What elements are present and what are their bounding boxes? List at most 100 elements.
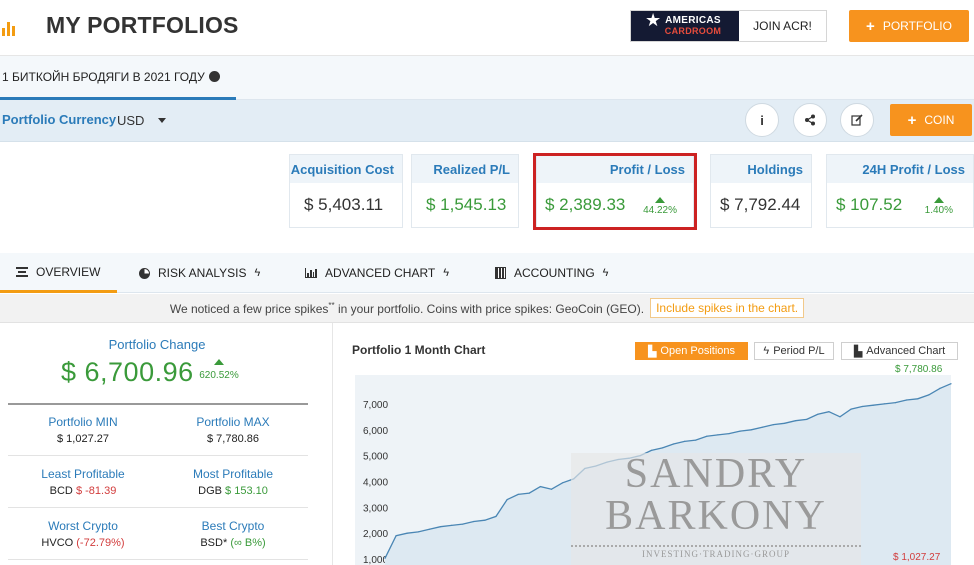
chart-point bbox=[684, 440, 686, 442]
card-title: Holdings bbox=[711, 155, 811, 183]
card-title: Realized P/L bbox=[412, 155, 518, 183]
card-value: $ 5,403.11 bbox=[304, 195, 384, 214]
advanced-chart-button[interactable]: ▙ Advanced Chart bbox=[841, 342, 958, 360]
chart-point bbox=[384, 557, 386, 559]
star-icon: ★ bbox=[645, 10, 662, 30]
plus-icon: + bbox=[907, 111, 917, 129]
bolt-icon: ϟ bbox=[602, 267, 609, 279]
chart-point bbox=[806, 418, 808, 420]
y-tick-label: 3,000 bbox=[363, 503, 388, 514]
acr-join-link[interactable]: JOIN ACR! bbox=[739, 11, 826, 41]
share-button[interactable] bbox=[793, 103, 827, 137]
most-coin: DGB bbox=[198, 485, 222, 497]
chart-point bbox=[506, 499, 508, 501]
chart-point bbox=[839, 416, 841, 418]
include-spikes-link[interactable]: Include spikes in the chart. bbox=[650, 298, 805, 318]
chart-point bbox=[761, 426, 763, 428]
chart-point bbox=[706, 435, 708, 437]
bolt-icon: ϟ bbox=[763, 345, 770, 357]
card-title: 24H Profit / Loss bbox=[827, 155, 973, 183]
most-value: $ 153.10 bbox=[225, 485, 268, 497]
page-title: MY PORTFOLIOS bbox=[46, 12, 239, 38]
card-24h-profit-loss: 24H Profit / Loss $ 107.52 1.40% bbox=[826, 154, 974, 228]
stat-least-profitable: Least Profitable BCD $ -81.39 bbox=[8, 467, 158, 497]
y-tick-label: 4,000 bbox=[363, 477, 388, 488]
add-coin-label: COIN bbox=[924, 113, 955, 127]
notice-text-before: We noticed a few price spikes bbox=[169, 301, 329, 316]
watermark: SANDRY BARKONY INVESTING·TRADING·GROUP bbox=[571, 453, 861, 565]
period-pl-button[interactable]: ϟ Period P/L bbox=[754, 342, 834, 360]
tab-portfolio[interactable]: 1 БИТКОЙН БРОДЯГИ В 2021 ГОДУ bbox=[0, 56, 236, 100]
tab-overview[interactable]: OVERVIEW bbox=[0, 253, 117, 293]
info-button[interactable]: i bbox=[745, 103, 779, 137]
chart-point bbox=[672, 443, 675, 445]
chart-point bbox=[539, 486, 541, 488]
pie-chart-icon bbox=[139, 267, 150, 279]
chart-point bbox=[883, 403, 886, 405]
stat-most-profitable: Most Profitable DGB $ 153.10 bbox=[158, 467, 308, 497]
add-coin-button[interactable]: + COIN bbox=[890, 104, 972, 136]
tab-advanced-chart[interactable]: ADVANCED CHART ϟ bbox=[305, 253, 449, 293]
stat-value: HVCO (-72.79%) bbox=[8, 537, 158, 549]
stat-value: $ 7,780.86 bbox=[207, 433, 259, 445]
add-portfolio-button[interactable]: + PORTFOLIO bbox=[849, 10, 969, 42]
portfolio-change-pct-value: 620.52% bbox=[199, 370, 239, 381]
stat-best-crypto: Best Crypto BSD* (∞ B%) bbox=[158, 519, 308, 549]
acr-logo: ★ AMERICAS CARDROOM bbox=[631, 11, 739, 41]
worst-value: (-72.79%) bbox=[76, 537, 125, 549]
chart-point bbox=[872, 404, 874, 406]
bar-chart-icon bbox=[305, 268, 317, 278]
chart-point bbox=[817, 413, 819, 415]
chart-point bbox=[939, 387, 941, 389]
chart-point bbox=[772, 424, 774, 426]
chart-min-label: $ 1,027.27 bbox=[893, 552, 941, 563]
chevron-down-icon bbox=[158, 117, 167, 123]
tab-risk-label: RISK ANALYSIS bbox=[158, 266, 247, 280]
edit-button[interactable] bbox=[840, 103, 874, 137]
chart-point bbox=[395, 535, 397, 537]
chart-point bbox=[406, 532, 408, 534]
chart-point bbox=[739, 430, 741, 432]
card-value: $ 7,792.44 bbox=[720, 195, 801, 214]
divider bbox=[8, 559, 308, 560]
stat-label: Best Crypto bbox=[201, 519, 265, 533]
stat-value: DGB $ 153.10 bbox=[158, 485, 308, 497]
currency-select[interactable]: USD bbox=[117, 111, 173, 129]
watermark-dots bbox=[571, 545, 861, 547]
edit-icon bbox=[851, 114, 863, 126]
stat-label: Least Profitable bbox=[41, 467, 125, 481]
portfolio-tab-bar: 1 БИТКОЙН БРОДЯГИ В 2021 ГОДУ bbox=[0, 56, 974, 100]
least-coin: BCD bbox=[49, 485, 73, 497]
card-holdings: Holdings $ 7,792.44 bbox=[710, 154, 812, 228]
share-icon bbox=[805, 114, 815, 126]
open-positions-button[interactable]: ▙ Open Positions bbox=[635, 342, 748, 360]
highlight-box bbox=[533, 153, 697, 230]
tab-accounting[interactable]: ACCOUNTING ϟ bbox=[495, 253, 609, 293]
chart-point bbox=[717, 434, 719, 436]
divider bbox=[8, 507, 308, 508]
watermark-line1: SANDRY bbox=[624, 451, 808, 497]
acr-banner[interactable]: ★ AMERICAS CARDROOM JOIN ACR! bbox=[630, 10, 827, 42]
tab-risk-analysis[interactable]: RISK ANALYSIS ϟ bbox=[139, 253, 260, 293]
chart-point bbox=[950, 383, 952, 385]
stat-value: BSD* (∞ B%) bbox=[158, 537, 308, 549]
chart-point bbox=[728, 433, 730, 435]
best-value: (∞ B%) bbox=[230, 537, 266, 549]
section-tabs: OVERVIEW RISK ANALYSIS ϟ ADVANCED CHART … bbox=[0, 253, 974, 293]
chart-point bbox=[451, 524, 453, 526]
calculator-icon bbox=[495, 267, 506, 279]
chart-point bbox=[795, 420, 797, 422]
tab-overview-label: OVERVIEW bbox=[36, 264, 101, 279]
chart-point bbox=[828, 411, 830, 413]
stat-value: $ 1,027.27 bbox=[57, 433, 109, 445]
chart-point bbox=[417, 531, 419, 533]
best-coin: BSD* bbox=[200, 537, 228, 549]
stat-label: Worst Crypto bbox=[48, 519, 118, 533]
card-value: $ 1,545.13 bbox=[426, 195, 507, 214]
chart-point bbox=[495, 515, 497, 517]
divider bbox=[8, 403, 308, 405]
arrow-up-icon bbox=[214, 359, 224, 365]
portfolio-summary: Portfolio Change $ 6,700.96 620.52% Port… bbox=[0, 323, 318, 565]
chart-point bbox=[562, 482, 564, 484]
chart-point bbox=[695, 439, 697, 441]
